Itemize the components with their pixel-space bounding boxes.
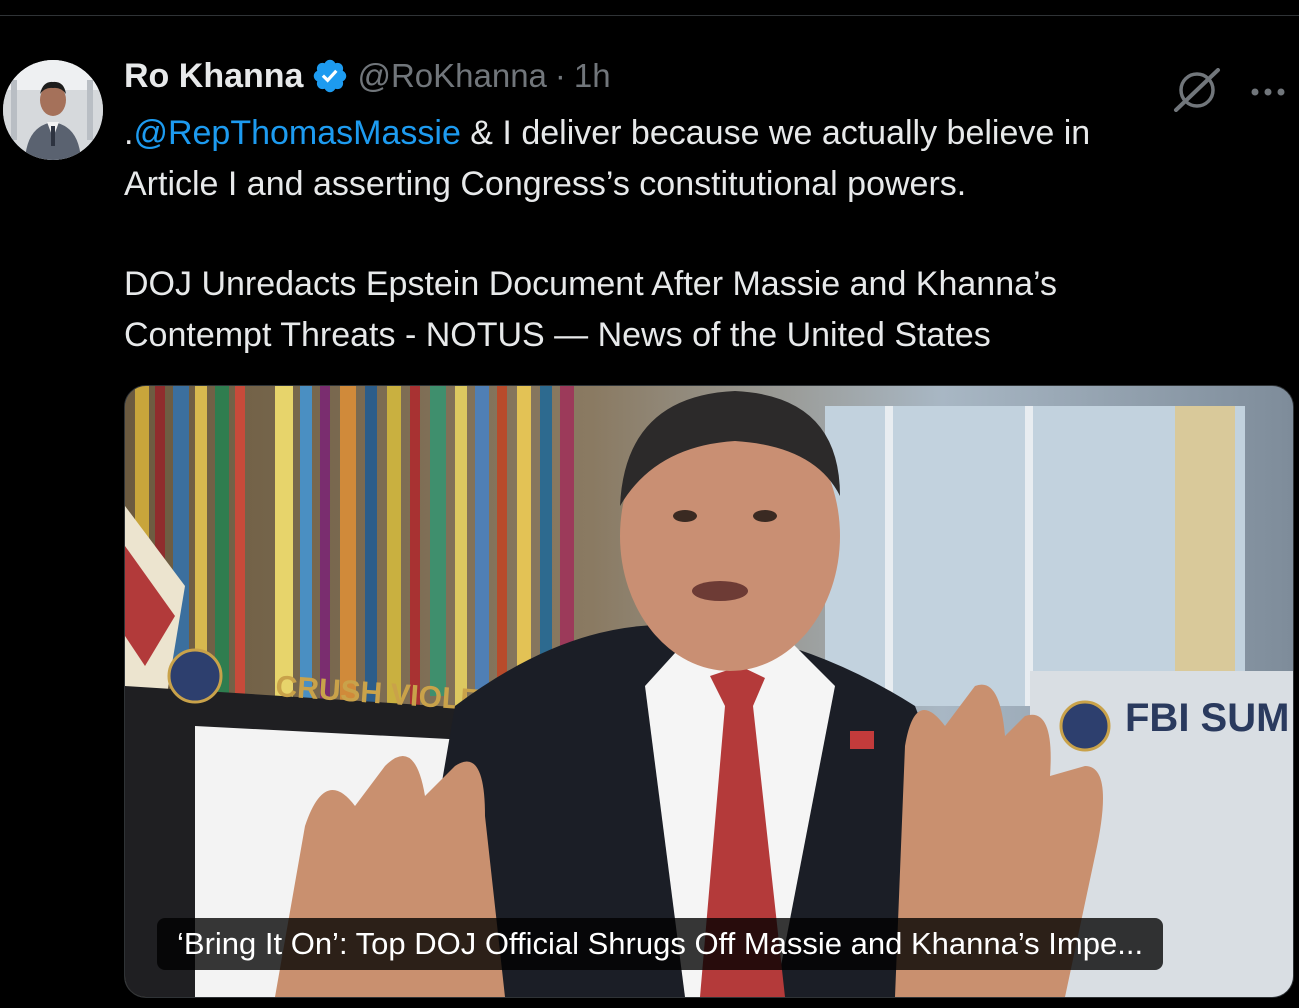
separator-dot: · — [554, 57, 566, 94]
author-display-name[interactable]: Ro Khanna — [124, 57, 303, 96]
tweet-text: .@RepThomasMassie & I deliver because we… — [124, 108, 1244, 361]
card-image: CRUSH VIOLENT C FBI SUM — [125, 386, 1293, 997]
tweet-header: Ro Khanna @RoKhanna · 1h — [124, 54, 611, 98]
sign-right-text: FBI SUM — [1125, 696, 1289, 740]
tweet-text-line-4: Contempt Threats - NOTUS — News of the U… — [124, 316, 991, 354]
tweet-text-line-3: DOJ Unredacts Epstein Document After Mas… — [124, 265, 1057, 303]
tweet-text-line-1: .@RepThomasMassie & I deliver because we… — [124, 108, 1244, 159]
more-options-icon[interactable] — [1250, 78, 1286, 98]
author-handle[interactable]: @RoKhanna — [357, 57, 546, 95]
tweet-text-line-2: Article I and asserting Congress’s const… — [124, 165, 967, 203]
tweet[interactable]: Ro Khanna @RoKhanna · 1h .@RepThomasMass… — [0, 16, 1299, 1008]
card-caption[interactable]: ‘Bring It On’: Top DOJ Official Shrugs O… — [157, 918, 1164, 970]
verified-badge-icon[interactable] — [311, 57, 349, 95]
grok-icon[interactable] — [1170, 68, 1224, 112]
link-card[interactable]: CRUSH VIOLENT C FBI SUM ‘Bring It On’: T… — [124, 385, 1294, 998]
mention-link[interactable]: @RepThomasMassie — [133, 114, 460, 152]
text-line1-rest: & I deliver because we actually believe … — [460, 114, 1091, 152]
avatar[interactable] — [3, 60, 103, 160]
timestamp[interactable]: 1h — [574, 57, 611, 95]
